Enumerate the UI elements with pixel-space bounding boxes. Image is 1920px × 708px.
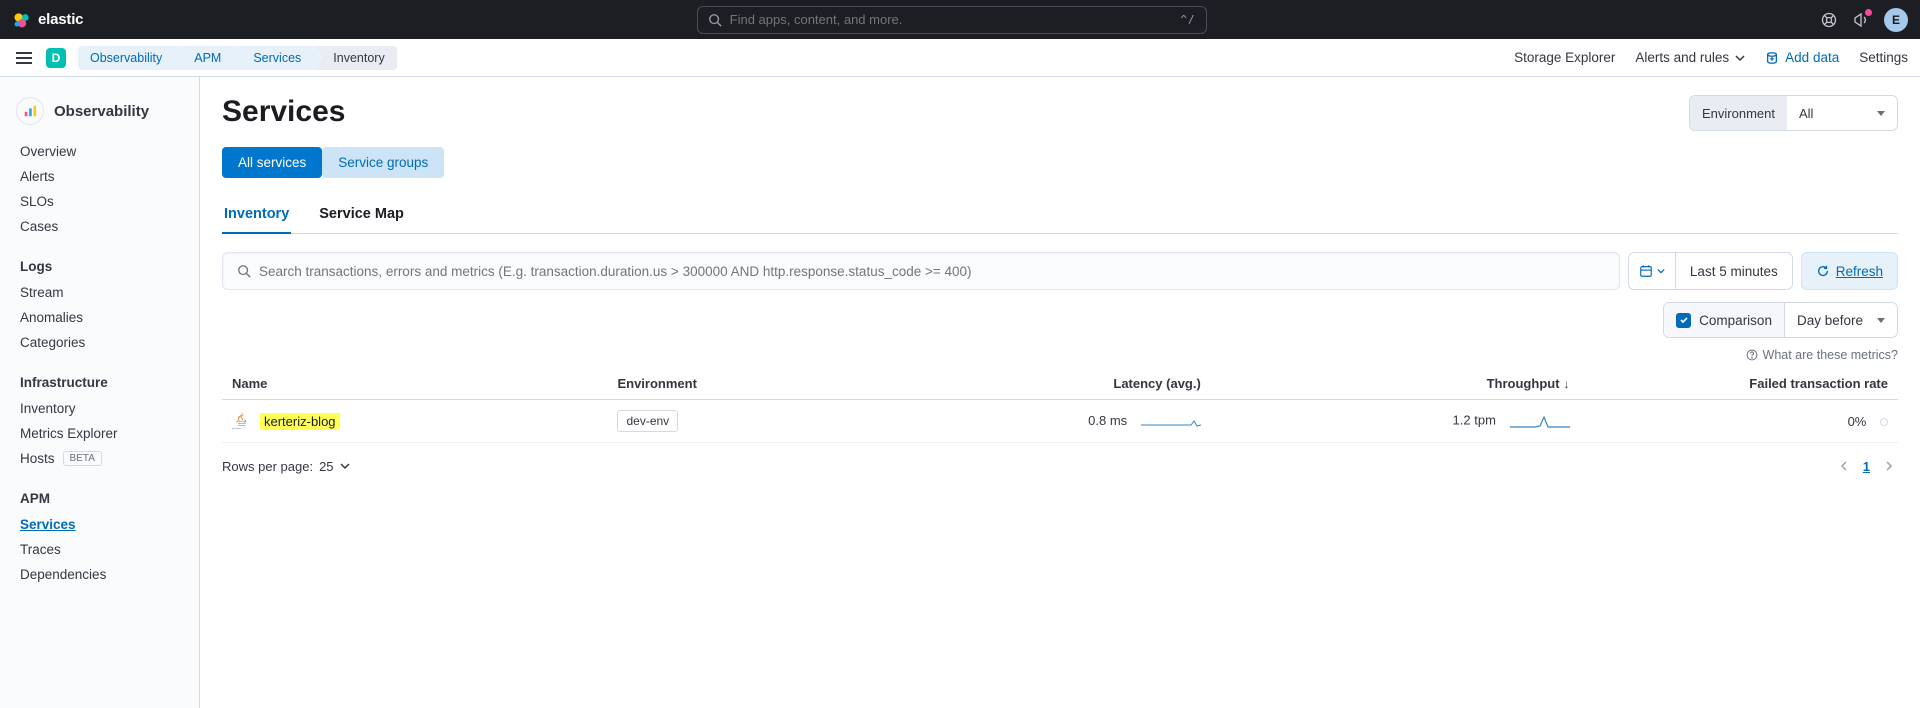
subtab-service-map[interactable]: Service Map	[317, 198, 406, 233]
observability-icon	[16, 97, 44, 125]
add-data-button[interactable]: Add data	[1765, 50, 1839, 65]
services-table: Name Environment Latency (avg.) Throughp…	[222, 368, 1898, 443]
sidebar-item-cases[interactable]: Cases	[0, 214, 199, 239]
crumb-inventory: Inventory	[315, 46, 396, 70]
throughput-value: 1.2 tpm	[1453, 412, 1496, 427]
time-range-picker[interactable]: Last 5 minutes	[1628, 252, 1793, 290]
breadcrumb: Observability APM Services Inventory	[78, 46, 397, 70]
failed-rate-value: 0%	[1848, 414, 1867, 429]
sidebar-item-services[interactable]: Services	[0, 512, 199, 537]
tab-service-groups[interactable]: Service groups	[322, 147, 444, 178]
global-search[interactable]: ^/	[697, 6, 1207, 34]
search-icon	[237, 264, 251, 278]
java-icon	[232, 412, 250, 430]
table-row[interactable]: kerteriz-blog dev-env 0.8 ms 1.2 tpm	[222, 400, 1898, 443]
comparison-select[interactable]: Day before	[1785, 303, 1897, 337]
brand-logo[interactable]: elastic	[12, 10, 83, 30]
crumb-services[interactable]: Services	[235, 46, 315, 70]
col-latency[interactable]: Latency (avg.)	[909, 368, 1211, 400]
page-number[interactable]: 1	[1863, 459, 1870, 474]
time-range-value[interactable]: Last 5 minutes	[1676, 264, 1792, 279]
elastic-logo-icon	[12, 10, 32, 30]
brand-name: elastic	[38, 11, 83, 28]
query-input[interactable]	[259, 264, 1605, 279]
sidebar-item-hosts[interactable]: Hosts BETA	[0, 446, 199, 471]
calendar-icon	[1639, 264, 1653, 278]
add-data-icon	[1765, 51, 1779, 65]
pagination: 1	[1835, 457, 1898, 475]
user-avatar[interactable]: E	[1884, 8, 1908, 32]
comparison-toggle[interactable]: Comparison	[1664, 303, 1785, 337]
latency-sparkline	[1141, 413, 1201, 429]
col-name[interactable]: Name	[222, 368, 607, 400]
sort-down-icon: ↓	[1564, 377, 1570, 391]
sidebar-item-anomalies[interactable]: Anomalies	[0, 305, 199, 330]
search-kbd-hint: ^/	[1180, 13, 1195, 26]
chevron-down-icon	[1657, 267, 1665, 275]
sidebar-item-overview[interactable]: Overview	[0, 139, 199, 164]
col-failed[interactable]: Failed transaction rate	[1580, 368, 1898, 400]
sub-header: D Observability APM Services Inventory S…	[0, 39, 1920, 77]
query-bar[interactable]	[222, 252, 1620, 290]
settings-link[interactable]: Settings	[1859, 50, 1908, 65]
comparison-checkbox[interactable]	[1676, 313, 1691, 328]
environment-filter[interactable]: Environment All	[1689, 95, 1898, 131]
refresh-icon	[1816, 264, 1830, 278]
view-toggle: All services Service groups	[222, 147, 1898, 178]
service-name-link[interactable]: kerteriz-blog	[260, 413, 340, 430]
col-environment[interactable]: Environment	[607, 368, 909, 400]
status-dot-icon	[1880, 418, 1888, 426]
environment-select[interactable]: All	[1787, 96, 1897, 130]
chevron-left-icon	[1839, 461, 1849, 471]
crumb-observability[interactable]: Observability	[78, 46, 176, 70]
crumb-apm[interactable]: APM	[176, 46, 235, 70]
nav-toggle-icon[interactable]	[12, 46, 36, 70]
sidebar-item-metrics-explorer[interactable]: Metrics Explorer	[0, 421, 199, 446]
env-badge: dev-env	[617, 410, 678, 432]
refresh-button[interactable]: Refresh	[1801, 252, 1898, 290]
space-badge[interactable]: D	[46, 48, 66, 68]
sidebar-item-slos[interactable]: SLOs	[0, 189, 199, 214]
chevron-down-icon	[340, 461, 350, 471]
environment-label: Environment	[1690, 96, 1787, 130]
app-header: elastic ^/ E	[0, 0, 1920, 39]
sidebar-item-inventory[interactable]: Inventory	[0, 396, 199, 421]
throughput-sparkline	[1510, 412, 1570, 430]
sidebar-item-stream[interactable]: Stream	[0, 280, 199, 305]
rows-per-page-select[interactable]: Rows per page: 25	[222, 459, 350, 474]
subtab-inventory[interactable]: Inventory	[222, 198, 291, 234]
sidebar-item-categories[interactable]: Categories	[0, 330, 199, 355]
alerts-rules-menu[interactable]: Alerts and rules	[1635, 50, 1745, 65]
sub-tabs: Inventory Service Map	[222, 198, 1898, 234]
storage-explorer-link[interactable]: Storage Explorer	[1514, 50, 1615, 65]
beta-badge: BETA	[63, 451, 102, 466]
next-page-button[interactable]	[1880, 457, 1898, 475]
sidebar-group-apm: APM	[0, 485, 199, 512]
tab-all-services[interactable]: All services	[222, 147, 322, 178]
help-icon[interactable]	[1820, 11, 1838, 29]
main-content: Services Environment All All services Se…	[200, 77, 1920, 708]
sidebar-group-logs: Logs	[0, 253, 199, 280]
sidebar-item-dependencies[interactable]: Dependencies	[0, 562, 199, 587]
prev-page-button[interactable]	[1835, 457, 1853, 475]
chevron-down-icon	[1735, 53, 1745, 63]
col-throughput[interactable]: Throughput↓	[1211, 368, 1580, 400]
global-search-input[interactable]	[730, 12, 1173, 27]
question-icon	[1746, 349, 1758, 361]
time-quick-select[interactable]	[1629, 253, 1676, 289]
page-title: Services	[222, 95, 345, 129]
chevron-right-icon	[1884, 461, 1894, 471]
sidebar-group-infra: Infrastructure	[0, 369, 199, 396]
metrics-help-link[interactable]: What are these metrics?	[222, 348, 1898, 362]
newsfeed-icon[interactable]	[1852, 11, 1870, 29]
search-icon	[708, 13, 722, 27]
sidebar: Observability Overview Alerts SLOs Cases…	[0, 77, 200, 708]
sidebar-section-title[interactable]: Observability	[0, 91, 199, 135]
comparison-control: Comparison Day before	[1663, 302, 1898, 338]
sidebar-item-alerts[interactable]: Alerts	[0, 164, 199, 189]
sidebar-item-traces[interactable]: Traces	[0, 537, 199, 562]
latency-value: 0.8 ms	[1088, 413, 1127, 428]
